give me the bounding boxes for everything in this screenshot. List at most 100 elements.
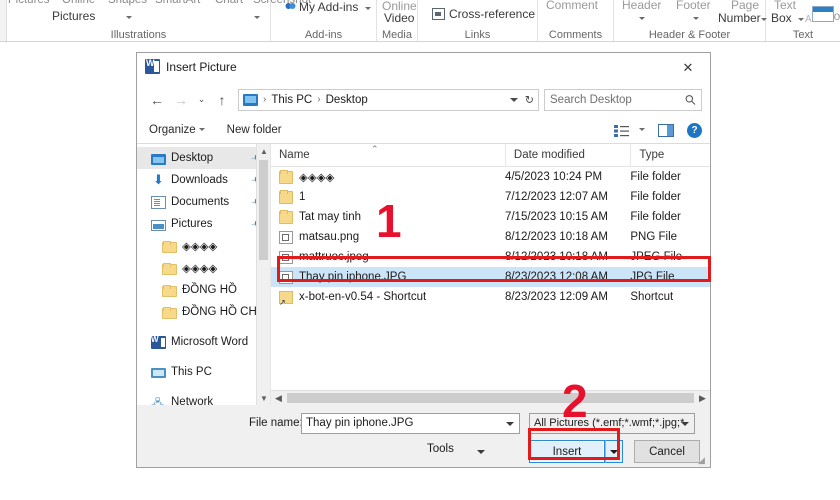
sidebar-item-desktop[interactable]: Desktop📌 bbox=[137, 147, 270, 169]
view-options-icon[interactable] bbox=[614, 124, 629, 136]
sidebar-item-label: Desktop bbox=[171, 152, 213, 164]
file-type-chevron-down-icon[interactable] bbox=[681, 422, 689, 426]
refresh-icon[interactable]: ↻ bbox=[525, 93, 534, 106]
sidebar-item-network[interactable]: 🖧 Network bbox=[137, 391, 270, 405]
comment-button[interactable]: Comment bbox=[546, 0, 598, 12]
annotation-step-1: 1 bbox=[376, 198, 402, 244]
insert-dropdown-button[interactable] bbox=[605, 440, 623, 463]
search-input[interactable]: Search Desktop bbox=[544, 89, 702, 111]
file-date-cell: 8/23/2023 12:09 AM bbox=[505, 291, 630, 303]
sidebar-item-this-pc[interactable]: This PC bbox=[137, 361, 270, 383]
illustrations-caret-1[interactable] bbox=[123, 10, 132, 24]
help-icon[interactable]: ? bbox=[687, 123, 702, 138]
my-addins-button[interactable]: My Add-ins bbox=[285, 0, 358, 14]
text-box-button[interactable]: Box bbox=[771, 11, 792, 25]
sidebar-item-documents[interactable]: Documents📌 bbox=[137, 191, 270, 213]
table-row[interactable]: x-bot-en-v0.54 - Shortcut 8/23/2023 12:09… bbox=[271, 287, 710, 307]
organize-button[interactable]: Organize bbox=[149, 124, 205, 136]
sidebar-item-microsoft-word[interactable]: Microsoft Word bbox=[137, 331, 270, 353]
file-type-cell: JPEG File bbox=[630, 251, 710, 263]
file-type-cell: File folder bbox=[630, 191, 710, 203]
navigation-scroll-thumb[interactable] bbox=[259, 160, 268, 260]
recent-locations-button[interactable]: ⌄ bbox=[193, 88, 210, 112]
new-folder-button[interactable]: New folder bbox=[227, 124, 282, 136]
forward-button[interactable]: → bbox=[169, 88, 193, 112]
column-header-type[interactable]: Type bbox=[630, 144, 710, 167]
chevron-down-icon[interactable] bbox=[510, 98, 518, 102]
folder-icon bbox=[279, 191, 293, 204]
insert-chevron-down-icon bbox=[610, 450, 618, 454]
video-label[interactable]: Video bbox=[384, 11, 414, 25]
file-name-text: x-bot-en-v0.54 - Shortcut bbox=[299, 291, 426, 303]
illustrations-caret-2[interactable] bbox=[251, 10, 260, 24]
pictures-button[interactable]: Pictures bbox=[52, 9, 95, 23]
folder-icon bbox=[162, 264, 177, 275]
table-row[interactable]: Tat may tinh7/15/2023 10:15 AMFile folde… bbox=[271, 207, 710, 227]
ribbon-group-comments: Comment Comments bbox=[538, 0, 614, 42]
sidebar-item-label: Microsoft Word bbox=[171, 336, 248, 348]
word-ribbon: PicturesOnlineShapesSmartArtChartScreens… bbox=[0, 0, 840, 42]
sidebar-item-label: Network bbox=[171, 396, 213, 405]
breadcrumb-this-pc[interactable]: This PC bbox=[271, 94, 312, 106]
up-button[interactable]: ↑ bbox=[210, 88, 234, 112]
ribbon-groups: Pictures Illustrations My Add-ins Add-in… bbox=[0, 0, 840, 42]
table-row[interactable]: ◈◈◈◈4/5/2023 10:24 PMFile folder bbox=[271, 167, 710, 187]
sidebar-item-ng-h[interactable]: ĐỒNG HỒ bbox=[137, 279, 270, 301]
network-icon: 🖧 bbox=[151, 395, 166, 405]
file-list-hscrollbar[interactable]: ◀ ▶ bbox=[271, 390, 710, 405]
preview-pane-icon[interactable] bbox=[658, 124, 674, 137]
file-name-cell: mattruoc.jpeg bbox=[271, 250, 505, 264]
file-name-input[interactable]: Thay pin iphone.JPG bbox=[301, 413, 520, 434]
hscroll-thumb[interactable] bbox=[287, 393, 694, 403]
file-date-cell: 4/5/2023 10:24 PM bbox=[505, 171, 630, 183]
resize-grip-icon[interactable]: ◢ bbox=[698, 455, 708, 465]
sidebar-item-[interactable]: ◈◈◈◈ bbox=[137, 235, 270, 257]
sidebar-item-ng-h-cho[interactable]: ĐỒNG HỒ CHO bbox=[137, 301, 270, 323]
header-caret[interactable] bbox=[636, 11, 645, 25]
column-header-name[interactable]: Name ⌃ bbox=[271, 144, 505, 167]
table-row[interactable]: mattruoc.jpeg8/12/2023 10:18 AMJPEG File bbox=[271, 247, 710, 267]
sidebar-item-downloads[interactable]: ⬇Downloads📌 bbox=[137, 169, 270, 191]
scroll-up-icon[interactable]: ▲ bbox=[257, 144, 271, 158]
table-row[interactable]: 17/12/2023 12:07 AMFile folder bbox=[271, 187, 710, 207]
back-button[interactable]: ← bbox=[145, 88, 169, 112]
sidebar-item-label: ĐỒNG HỒ bbox=[182, 284, 237, 296]
file-date-cell: 8/12/2023 10:18 AM bbox=[505, 251, 630, 263]
file-type-filter[interactable]: All Pictures (*.emf;*.wmf;*.jpg;* bbox=[529, 413, 695, 434]
table-row[interactable]: matsau.png8/12/2023 10:18 AMPNG File bbox=[271, 227, 710, 247]
breadcrumb-desktop[interactable]: Desktop bbox=[326, 94, 368, 106]
dialog-title: Insert Picture bbox=[166, 60, 237, 74]
sidebar-item-[interactable]: ◈◈◈◈ bbox=[137, 257, 270, 279]
navigation-scrollbar[interactable]: ▲ ▼ bbox=[256, 144, 270, 405]
group-label-header-footer: Header & Footer bbox=[614, 29, 765, 41]
text-box-caret[interactable] bbox=[795, 12, 804, 26]
group-label-comments: Comments bbox=[538, 29, 613, 41]
insert-button[interactable]: Insert bbox=[529, 440, 605, 463]
file-name-cell: x-bot-en-v0.54 - Shortcut bbox=[271, 290, 505, 304]
word-icon bbox=[151, 336, 166, 349]
sidebar-item-label: ◈◈◈◈ bbox=[182, 239, 217, 253]
hscroll-right-icon[interactable]: ▶ bbox=[695, 391, 710, 405]
addins-caret[interactable] bbox=[362, 1, 371, 15]
hscroll-left-icon[interactable]: ◀ bbox=[271, 391, 286, 405]
screenshot-root: PicturesOnlineShapesSmartArtChartScreens… bbox=[0, 0, 840, 500]
folder-icon bbox=[279, 171, 293, 184]
address-bar[interactable]: › This PC › Desktop ↻ bbox=[238, 89, 539, 111]
file-name-chevron-down-icon[interactable] bbox=[506, 422, 514, 426]
cancel-button[interactable]: Cancel bbox=[634, 440, 700, 463]
tools-chevron-down-icon[interactable] bbox=[477, 450, 485, 454]
file-rows: ◈◈◈◈4/5/2023 10:24 PMFile folder17/12/20… bbox=[271, 167, 710, 405]
tools-button[interactable]: Tools bbox=[427, 443, 454, 455]
cross-reference-button[interactable]: Cross-reference bbox=[432, 7, 535, 21]
view-options-caret[interactable] bbox=[636, 121, 645, 139]
sidebar-item-pictures[interactable]: Pictures📌 bbox=[137, 213, 270, 235]
text-box-preview-icon[interactable] bbox=[812, 6, 834, 22]
table-row[interactable]: Thay pin iphone.JPG8/23/2023 12:08 AMJPG… bbox=[271, 267, 710, 287]
close-icon[interactable]: ✕ bbox=[666, 53, 710, 83]
page-number-button[interactable]: Number bbox=[718, 11, 761, 25]
dialog-titlebar[interactable]: Insert Picture ✕ bbox=[137, 53, 710, 83]
scroll-down-icon[interactable]: ▼ bbox=[257, 391, 271, 405]
column-header-date[interactable]: Date modified bbox=[505, 144, 630, 167]
footer-caret[interactable] bbox=[690, 11, 699, 25]
folder-icon bbox=[162, 286, 177, 297]
